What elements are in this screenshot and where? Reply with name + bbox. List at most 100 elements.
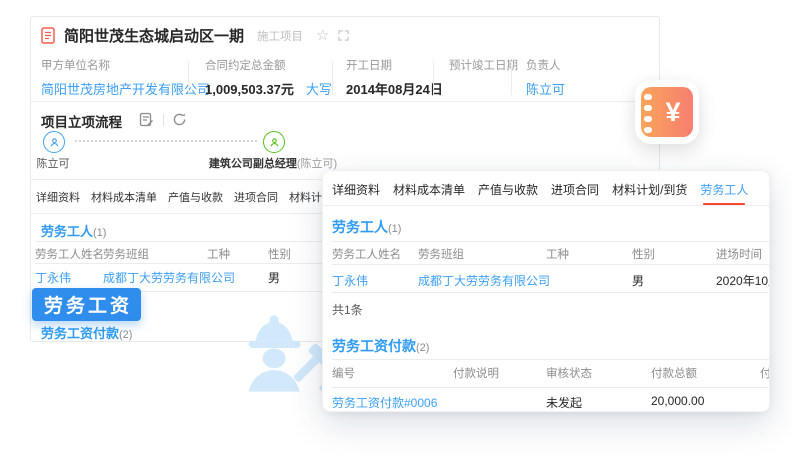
table-border — [332, 387, 769, 388]
window-header: 简阳世茂生态城启动区一期 施工项目 ☆ — [41, 25, 349, 46]
workers-title-text: 劳务工人 — [41, 224, 93, 239]
yuan-ledger-icon: ¥ — [641, 87, 693, 137]
field-manager: 负责人 陈立可 — [526, 57, 565, 98]
panel-payments-count: (2) — [416, 342, 429, 354]
flow-end-label: 建筑公司副总经理(陈立可) — [188, 155, 358, 171]
panel-tab-bar: 详细资料 材料成本清单 产值与收款 进项合同 材料计划/到货 劳务工人 — [331, 177, 749, 201]
payments-section-title: 劳务工资付款(2) — [41, 323, 132, 342]
flow-end-avatar — [263, 131, 285, 153]
col-header-review-status: 审核状态 — [546, 365, 592, 381]
field-divider — [332, 61, 333, 95]
table-border — [332, 264, 769, 265]
field-label: 开工日期 — [346, 57, 443, 73]
labor-wage-badge: 劳务工资 — [32, 288, 141, 321]
owner-unit-link[interactable]: 简阳世茂房地产开发有限公司 — [41, 79, 210, 98]
page: 简阳世茂生态城启动区一期 施工项目 ☆ 甲方单位名称 简阳世茂房地产开发有限公司… — [0, 0, 792, 459]
table-border — [332, 241, 769, 242]
tab-output-and-receipts[interactable]: 产值与收款 — [167, 187, 224, 207]
ledger-ring — [644, 94, 652, 100]
ledger-ring — [644, 105, 652, 111]
worker-name-link[interactable]: 丁永伟 — [332, 272, 368, 289]
icon-divider — [163, 114, 164, 126]
wage-ledger-icon-card[interactable]: ¥ — [635, 80, 699, 144]
workers-count: (1) — [93, 227, 106, 239]
col-header-worktype: 工种 — [207, 246, 230, 262]
field-divider — [188, 61, 189, 95]
yuan-symbol: ¥ — [653, 87, 693, 137]
col-header-entry-time: 进场时间 — [716, 246, 762, 262]
amount-in-words-link[interactable]: 大写 — [306, 79, 332, 98]
window-tab-bar: 详细资料 材料成本清单 产值与收款 进项合同 材料计划/到货 — [35, 187, 359, 207]
col-header-payment-desc: 付款说明 — [453, 365, 499, 381]
manager-link[interactable]: 陈立可 — [526, 79, 565, 98]
col-header-number: 编号 — [332, 365, 355, 381]
field-owner-unit: 甲方单位名称 简阳世茂房地产开发有限公司 — [41, 57, 210, 98]
panel-workers-count: (1) — [388, 223, 401, 235]
field-label: 甲方单位名称 — [41, 57, 210, 73]
favorite-star-icon[interactable]: ☆ — [316, 28, 329, 43]
tab-details[interactable]: 详细资料 — [35, 187, 81, 207]
field-divider — [433, 61, 434, 95]
col-header-gender: 性别 — [632, 246, 655, 262]
payment-amount-cell: 20,000.00 — [651, 394, 704, 408]
tab-material-plan-delivery[interactable]: 材料计划/到货 — [611, 179, 688, 200]
col-header-team: 劳务班组 — [103, 246, 149, 262]
payment-number-link[interactable]: 劳务工资付款#0006 — [332, 394, 437, 411]
tab-output-and-receipts[interactable]: 产值与收款 — [477, 179, 539, 200]
payments-count: (2) — [119, 329, 132, 341]
field-expected-completion: 预计竣工日期 — [449, 57, 518, 79]
col-header-worker-name: 劳务工人姓名 — [332, 246, 401, 262]
flow-end-name: (陈立可) — [297, 158, 337, 170]
ledger-ring — [644, 127, 652, 133]
tab-material-cost-list[interactable]: 材料成本清单 — [90, 187, 158, 207]
worker-entry-cell: 2020年10月 — [716, 272, 770, 289]
ledger-ring — [644, 116, 652, 122]
tab-labor-workers-active[interactable]: 劳务工人 — [699, 179, 749, 200]
field-start-date: 开工日期 2014年08月24日 — [346, 57, 443, 98]
flow-refresh-icon[interactable] — [172, 112, 187, 127]
flow-report-icon[interactable] — [139, 112, 154, 127]
col-header-clipped: 付 — [760, 365, 770, 381]
document-icon — [41, 27, 55, 44]
col-header-worktype: 工种 — [546, 246, 569, 262]
labor-detail-panel: 详细资料 材料成本清单 产值与收款 进项合同 材料计划/到货 劳务工人 劳务工人… — [322, 170, 770, 412]
field-divider — [511, 61, 512, 95]
worker-team-link[interactable]: 成都丁大劳劳务有限公司 — [418, 272, 550, 289]
flow-dotted-line — [75, 140, 257, 142]
workers-section-title: 劳务工人(1) — [41, 221, 106, 240]
workers-total-count: 共1条 — [332, 301, 363, 318]
col-header-payment-total: 付款总额 — [651, 365, 697, 381]
tab-material-cost-list[interactable]: 材料成本清单 — [392, 179, 466, 200]
start-date-value: 2014年08月24日 — [346, 79, 443, 98]
table-border — [332, 292, 769, 293]
table-border — [332, 359, 769, 360]
worker-gender-cell: 男 — [632, 272, 644, 289]
flow-start-avatar — [43, 131, 65, 153]
page-title: 简阳世茂生态城启动区一期 — [64, 25, 244, 46]
flow-start-name: 陈立可 — [33, 155, 73, 171]
expand-icon[interactable] — [338, 30, 349, 41]
project-type-tag: 施工项目 — [257, 28, 303, 44]
worker-team-link[interactable]: 成都丁大劳劳务有限公司 — [103, 269, 235, 286]
panel-workers-title-text: 劳务工人 — [332, 219, 388, 235]
divider — [323, 205, 769, 206]
flow-section-title: 项目立项流程 — [41, 111, 122, 131]
worker-name-link[interactable]: 丁永伟 — [35, 269, 71, 286]
panel-payments-title-text: 劳务工资付款 — [332, 338, 416, 354]
field-label: 预计竣工日期 — [449, 57, 518, 73]
payment-status-cell: 未发起 — [546, 394, 582, 411]
field-contract-amount: 合同约定总金额 1,009,503.37元 大写 — [205, 57, 332, 98]
flow-end-role: 建筑公司副总经理 — [209, 158, 297, 170]
panel-workers-section-title: 劳务工人(1) — [332, 217, 401, 237]
tab-details[interactable]: 详细资料 — [331, 179, 381, 200]
panel-payments-section-title: 劳务工资付款(2) — [332, 336, 429, 356]
divider — [31, 101, 659, 102]
field-label: 合同约定总金额 — [205, 57, 332, 73]
contract-amount-value: 1,009,503.37元 — [205, 79, 294, 98]
payments-title-text: 劳务工资付款 — [41, 326, 119, 341]
field-label: 负责人 — [526, 57, 565, 73]
tab-input-contracts[interactable]: 进项合同 — [233, 187, 279, 207]
tab-input-contracts[interactable]: 进项合同 — [550, 179, 600, 200]
col-header-team: 劳务班组 — [418, 246, 464, 262]
col-header-gender: 性别 — [268, 246, 291, 262]
